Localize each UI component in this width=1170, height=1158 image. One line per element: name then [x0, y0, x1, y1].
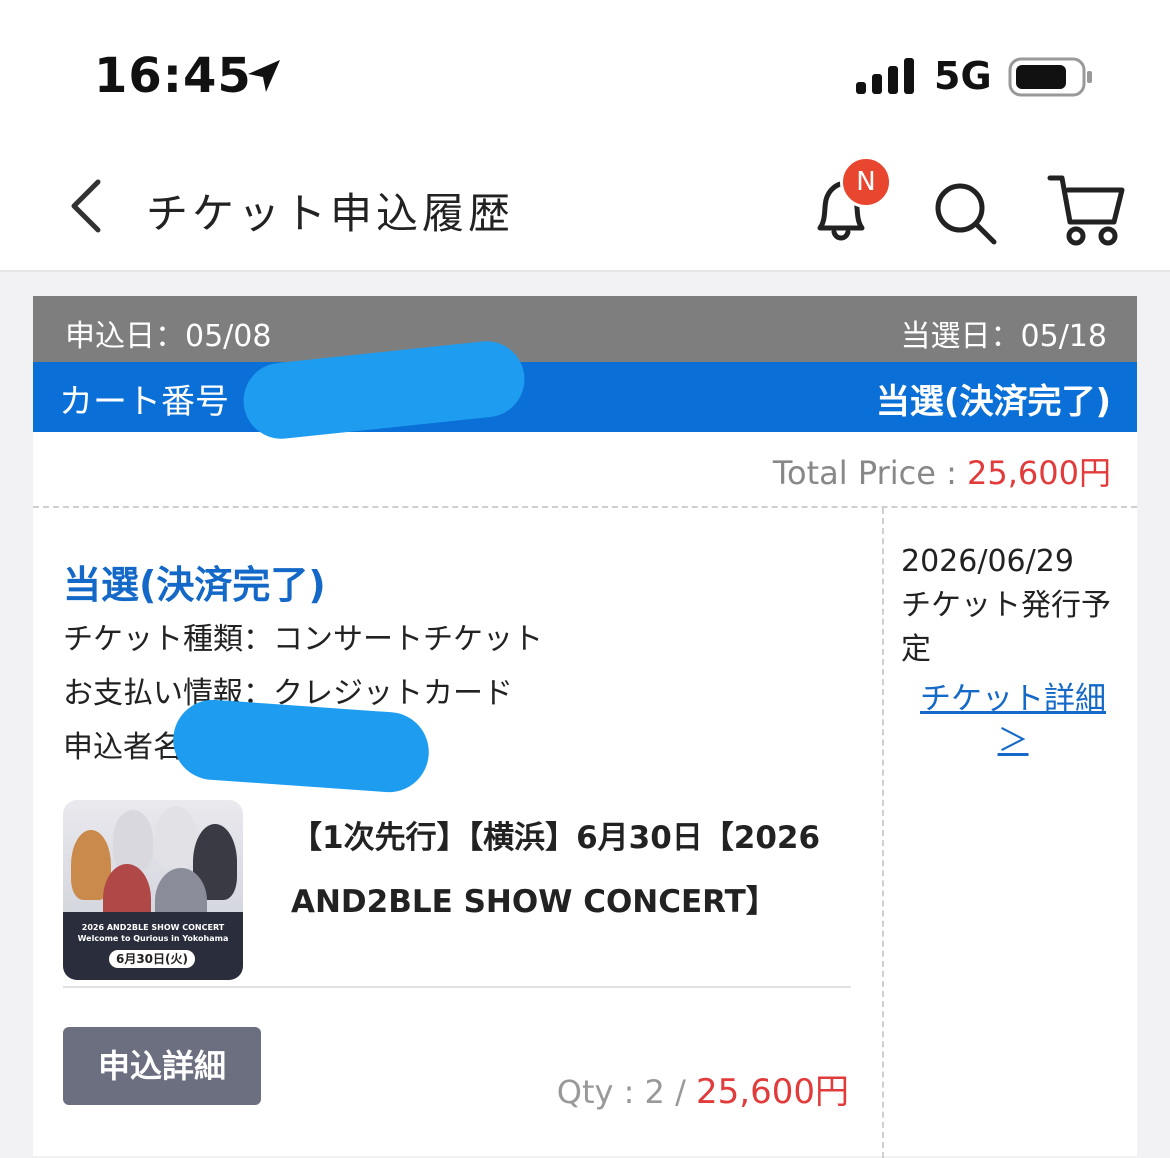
win-date: 当選日：05/18 — [900, 319, 1107, 354]
thumbnail-caption: 2026 AND2BLE SHOW CONCERT Welcome to Qur… — [77, 923, 229, 943]
date-bar: 申込日：05/08 当選日：05/18 — [33, 296, 1137, 362]
ticket-detail-link[interactable]: チケット詳細 ＞ — [903, 678, 1123, 762]
cart-bar: カート番号 当選(決済完了) — [33, 362, 1137, 432]
event-thumbnail[interactable]: 2026 AND2BLE SHOW CONCERT Welcome to Qur… — [63, 800, 243, 980]
network-type: 5G — [934, 54, 992, 98]
ticket-type: チケット種類：コンサートチケット — [63, 622, 543, 657]
issue-date: 2026/06/29 — [901, 544, 1074, 579]
app-header: チケット申込履歴 — [0, 140, 1170, 272]
clock: 16:45 — [94, 48, 252, 104]
application-detail-button[interactable]: 申込詳細 — [63, 1027, 261, 1105]
issue-info: 2026/06/29 チケット発行予定 — [901, 540, 1121, 672]
cart-number-label: カート番号 — [59, 382, 229, 422]
thumbnail-date: 6月30日(火) — [109, 950, 195, 968]
divider — [33, 506, 1137, 508]
issue-text: チケット発行予定 — [901, 588, 1111, 667]
total-price: Total Price : 25,600円 — [773, 448, 1111, 494]
order-card: 申込日：05/08 当選日：05/18 カート番号 当選(決済完了) Total… — [33, 296, 1137, 1158]
page-title: チケット申込履歴 — [146, 189, 515, 238]
status-bar: 16:45 5G — [0, 0, 1170, 140]
notification-badge: N — [840, 156, 892, 208]
cart-icon[interactable] — [1046, 172, 1126, 248]
divider — [63, 986, 851, 988]
divider-vertical — [882, 508, 884, 1158]
battery-icon — [1008, 57, 1092, 97]
total-price-value: 25,600円 — [967, 454, 1111, 492]
search-icon[interactable] — [930, 178, 1000, 248]
qty-price: 25,600円 — [696, 1072, 849, 1112]
status-label: 当選(決済完了) — [875, 382, 1111, 422]
location-arrow-icon — [248, 60, 280, 92]
order-status: 当選(決済完了) — [63, 563, 326, 607]
applicant-name: 申込者名 — [63, 730, 183, 765]
product-title[interactable]: 【1次先行】【横浜】6月30日【2026 AND2BLE SHOW CONCER… — [291, 806, 851, 934]
quantity-price: Qty : 2 / 25,600円 — [557, 1064, 849, 1113]
redaction-mark — [170, 697, 432, 795]
signal-icon — [856, 58, 914, 94]
total-price-label: Total Price : — [772, 454, 968, 492]
back-arrow-icon[interactable] — [66, 178, 106, 234]
apply-date: 申込日：05/08 — [65, 319, 272, 354]
qty-label: Qty : 2 / — [556, 1073, 697, 1111]
